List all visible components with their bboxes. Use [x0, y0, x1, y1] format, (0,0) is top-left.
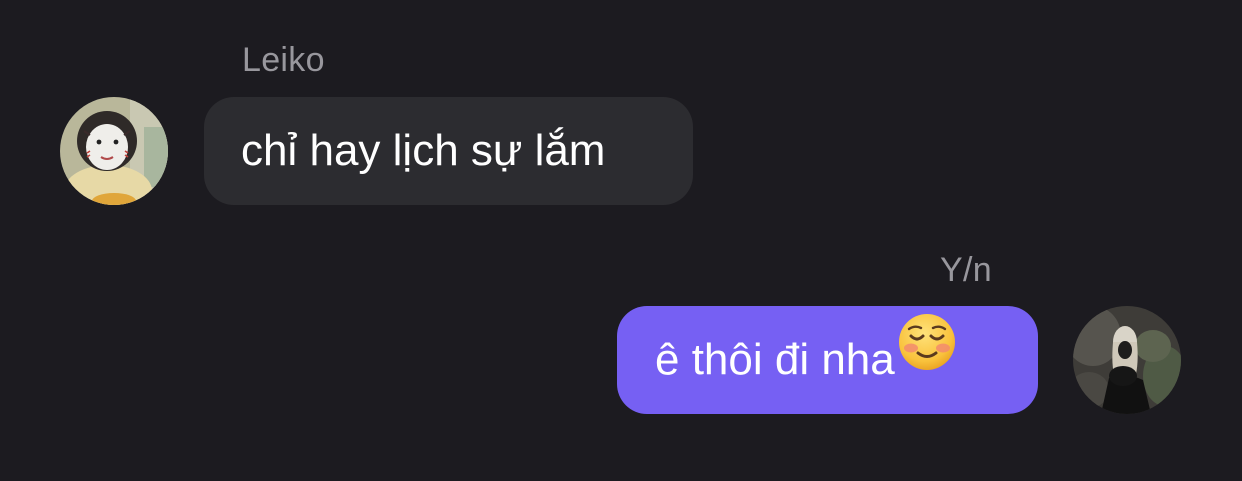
- avatar-leiko[interactable]: [60, 97, 168, 205]
- sender-name-leiko: Leiko: [242, 41, 325, 79]
- avatar-yn[interactable]: [1073, 306, 1181, 414]
- person-avatar-icon: [60, 97, 168, 205]
- message-bubble-outgoing[interactable]: ê thôi đi nha: [617, 306, 1038, 414]
- message-text: chỉ hay lịch sự lắm: [241, 126, 606, 175]
- smiling-face-icon: [897, 304, 957, 412]
- person-avatar-icon: [1073, 306, 1181, 414]
- message-text: ê thôi đi nha: [655, 335, 895, 384]
- message-bubble-incoming[interactable]: chỉ hay lịch sự lắm: [204, 97, 693, 205]
- chat-thread: Leiko chỉ hay lịch sự lắm Y/n ê thôi đi …: [0, 0, 1242, 481]
- sender-name-yn: Y/n: [940, 251, 992, 289]
